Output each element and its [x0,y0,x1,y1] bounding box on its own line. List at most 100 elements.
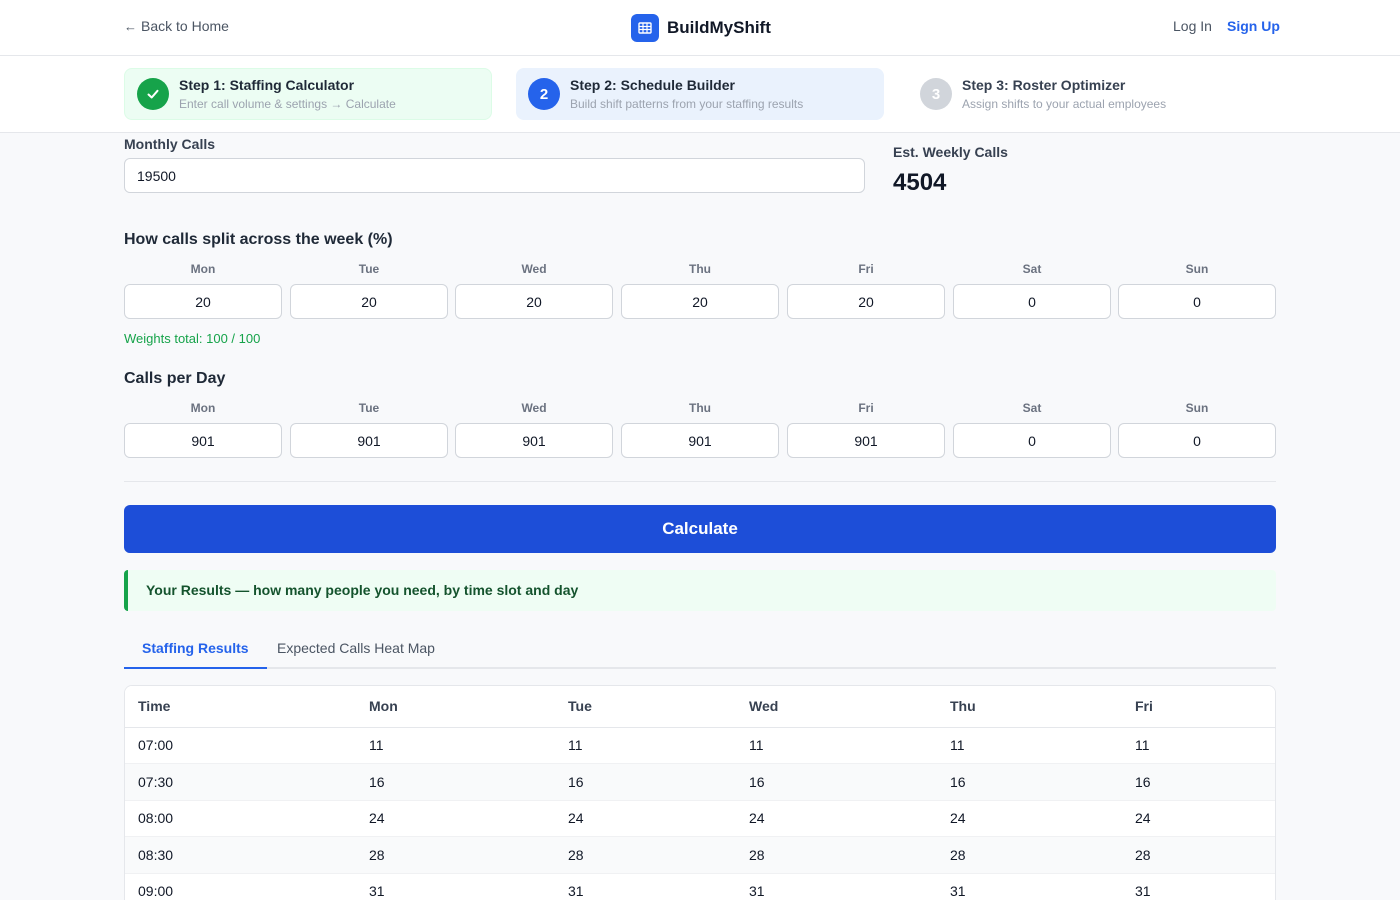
day-name: Wed [521,262,547,276]
table-cell: 31 [937,873,1122,900]
est-weekly-calls-label: Est. Weekly Calls [893,144,1008,160]
split-input-tue[interactable] [290,284,448,319]
step-subtitle: Enter call volume & settings → Calculate [179,97,396,111]
calculate-button[interactable]: Calculate [124,505,1276,553]
split-input-wed[interactable] [455,284,613,319]
step-subtitle: Build shift patterns from your staffing … [570,97,804,111]
back-to-home-label: Back to Home [141,18,229,34]
split-input-sun[interactable] [1118,284,1276,319]
column-header: Wed [736,686,937,728]
day-name: Tue [358,401,380,415]
table-cell: 07:30 [125,763,356,801]
per-day-mon: Mon [124,401,282,458]
calls-input-wed[interactable] [455,423,613,458]
day-name: Fri [858,262,874,276]
step-number: 2 [528,78,560,110]
table-cell: 28 [356,836,555,874]
staffing-results-table: Time Mon Tue Wed Thu Fri 07:00 11 11 11 … [124,685,1276,900]
brand[interactable]: BuildMyShift [631,14,771,42]
per-day-sun: Sun [1118,401,1276,458]
table-cell: 08:30 [125,836,356,874]
day-name: Sun [1185,262,1209,276]
table-row: 08:00 24 24 24 24 24 [125,800,1275,837]
calendar-grid-icon [631,14,659,42]
monthly-calls-label: Monthly Calls [124,136,216,152]
per-day-fri: Fri [787,401,945,458]
table-cell: 28 [736,836,937,874]
table-cell: 24 [736,800,937,837]
section-divider [124,481,1276,482]
split-day-tue: Tue [290,262,448,319]
table-cell: 24 [937,800,1122,837]
day-name: Mon [190,262,216,276]
table-cell: 16 [937,763,1122,801]
split-day-sun: Sun [1118,262,1276,319]
table-cell: 07:00 [125,727,356,764]
table-header-row: Time Mon Tue Wed Thu Fri [125,686,1275,728]
back-to-home-link[interactable]: ← Back to Home [124,18,229,34]
day-name: Thu [689,262,711,276]
table-cell: 28 [937,836,1122,874]
table-cell: 11 [1122,727,1275,764]
calls-input-thu[interactable] [621,423,779,458]
login-link[interactable]: Log In [1173,18,1212,34]
step-number: 3 [920,78,952,110]
split-day-wed: Wed [455,262,613,319]
step-title: Step 2: Schedule Builder [570,77,735,93]
table-cell: 11 [356,727,555,764]
table-cell: 11 [736,727,937,764]
table-cell: 24 [555,800,736,837]
weights-total: Weights total: 100 / 100 [124,331,261,346]
step-title: Step 1: Staffing Calculator [179,77,355,93]
day-name: Sat [1022,401,1042,415]
step-schedule-builder[interactable]: 2 Step 2: Schedule Builder Build shift p… [516,68,884,120]
table-cell: 11 [937,727,1122,764]
split-input-thu[interactable] [621,284,779,319]
day-name: Mon [190,401,216,415]
tab-staffing-results[interactable]: Staffing Results [124,630,267,669]
est-weekly-calls-value: 4504 [893,169,947,196]
step-staffing-calculator[interactable]: Step 1: Staffing Calculator Enter call v… [124,68,492,120]
calls-input-sun[interactable] [1118,423,1276,458]
column-header: Tue [555,686,736,728]
day-name: Wed [521,401,547,415]
table-row: 07:30 16 16 16 16 16 [125,763,1275,801]
calls-input-mon[interactable] [124,423,282,458]
column-header: Thu [937,686,1122,728]
split-section-title: How calls split across the week (%) [124,231,393,248]
arrow-left-icon: ← [124,18,137,34]
table-cell: 08:00 [125,800,356,837]
split-input-mon[interactable] [124,284,282,319]
check-icon [137,78,169,110]
calls-input-sat[interactable] [953,423,1111,458]
split-day-sat: Sat [953,262,1111,319]
day-name: Fri [858,401,874,415]
steps-bar: Step 1: Staffing Calculator Enter call v… [0,56,1400,133]
calls-input-tue[interactable] [290,423,448,458]
day-name: Thu [689,401,711,415]
calls-input-fri[interactable] [787,423,945,458]
table-cell: 28 [1122,836,1275,874]
split-day-fri: Fri [787,262,945,319]
split-input-sat[interactable] [953,284,1111,319]
table-cell: 16 [1122,763,1275,801]
table-cell: 16 [356,763,555,801]
monthly-calls-input[interactable] [124,158,865,193]
results-tabs: Staffing Results Expected Calls Heat Map [124,630,1276,669]
table-cell: 16 [555,763,736,801]
table-cell: 31 [555,873,736,900]
table-cell: 31 [356,873,555,900]
day-name: Tue [358,262,380,276]
per-day-wed: Wed [455,401,613,458]
calls-per-day-title: Calls per Day [124,370,226,387]
split-day-thu: Thu [621,262,779,319]
signup-link[interactable]: Sign Up [1227,18,1280,34]
split-day-mon: Mon [124,262,282,319]
split-input-fri[interactable] [787,284,945,319]
table-cell: 11 [555,727,736,764]
step-roster-optimizer[interactable]: 3 Step 3: Roster Optimizer Assign shifts… [908,68,1276,120]
tab-heat-map[interactable]: Expected Calls Heat Map [259,630,453,669]
per-day-tue: Tue [290,401,448,458]
brand-name: BuildMyShift [667,18,771,37]
column-header: Mon [356,686,555,728]
